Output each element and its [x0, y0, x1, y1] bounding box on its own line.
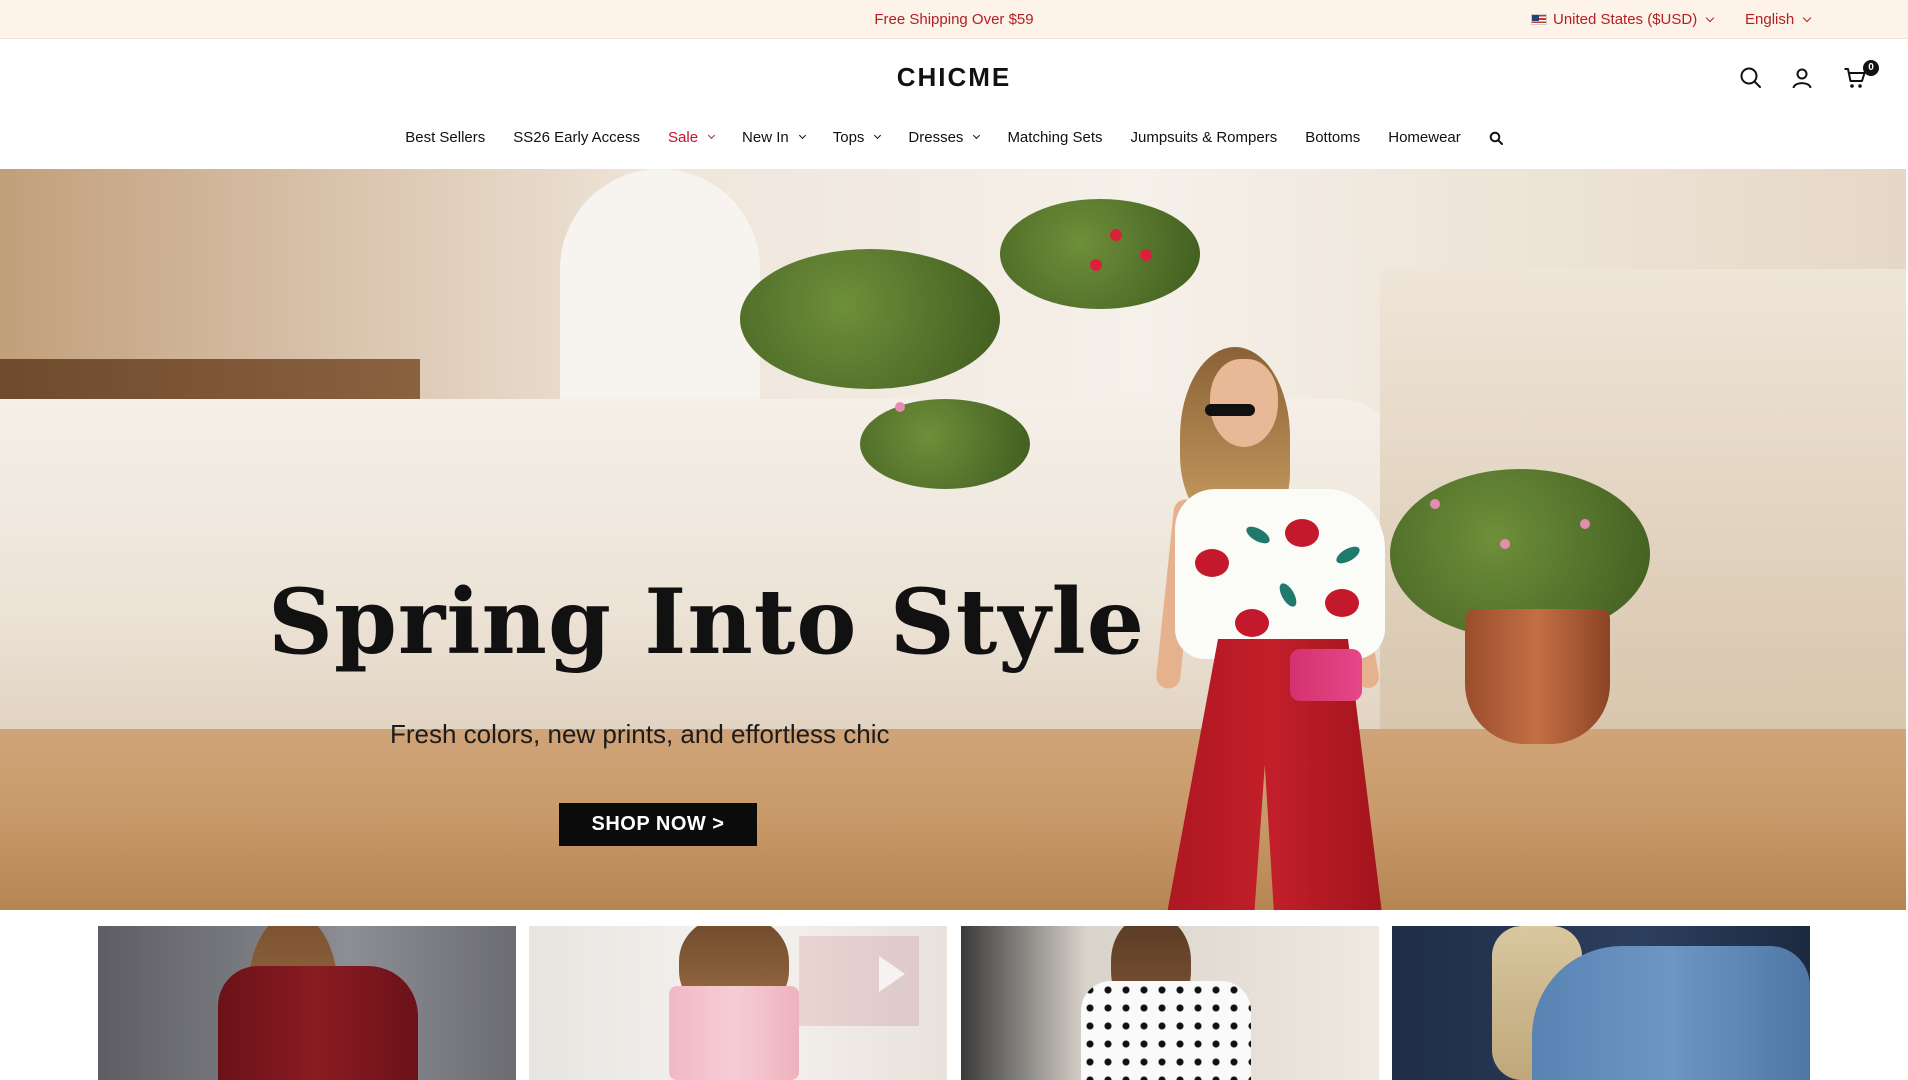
- hero-flower: [1110, 229, 1122, 241]
- chevron-down-icon: [874, 131, 882, 140]
- hero-model-bag: [1290, 649, 1362, 701]
- product-tile[interactable]: [961, 926, 1379, 1080]
- hero-flower: [895, 402, 905, 412]
- product-tiles: [98, 926, 1810, 1080]
- chevron-down-icon: [708, 131, 716, 140]
- hero-plant: [740, 249, 1000, 389]
- hero-subtitle: Fresh colors, new prints, and effortless…: [390, 719, 890, 749]
- nav-item-bottoms[interactable]: Bottoms: [1291, 129, 1374, 146]
- nav-label: Best Sellers: [405, 129, 486, 146]
- chevron-down-icon: [798, 131, 806, 140]
- hero-plant: [1000, 199, 1200, 309]
- nav-item-jumpsuits-rompers[interactable]: Jumpsuits & Rompers: [1116, 129, 1291, 146]
- nav-label: Sale: [668, 129, 699, 146]
- site-header: CHICME 0 Best Sellers SS26 Early Access …: [0, 40, 1908, 169]
- nav-item-new-in[interactable]: New In: [728, 129, 819, 146]
- nav-item-sale[interactable]: Sale: [654, 129, 728, 146]
- account-icon[interactable]: [1790, 66, 1814, 90]
- product-garment: [1532, 946, 1810, 1080]
- us-flag-icon: [1531, 14, 1547, 25]
- hero-ground: [0, 729, 1906, 910]
- chevron-down-icon: [1705, 13, 1715, 22]
- product-tile[interactable]: [529, 926, 947, 1080]
- hero-model-top: [1175, 489, 1385, 659]
- nav-label: Matching Sets: [1007, 129, 1103, 146]
- nav-item-best-sellers[interactable]: Best Sellers: [391, 129, 499, 146]
- hero-model-face: [1210, 359, 1278, 447]
- product-garment: [1081, 981, 1251, 1080]
- play-icon[interactable]: [879, 956, 905, 992]
- chevron-down-icon: [1802, 13, 1812, 22]
- hero-flower: [1580, 519, 1590, 529]
- nav-search-icon[interactable]: [1475, 131, 1517, 145]
- product-garment: [218, 966, 418, 1080]
- region-selector[interactable]: United States ($USD): [1531, 11, 1715, 28]
- announcement-bar: Free Shipping Over $59 United States ($U…: [0, 0, 1908, 39]
- cart-count-badge: 0: [1863, 60, 1879, 76]
- language-label: English: [1745, 11, 1795, 28]
- search-icon[interactable]: [1739, 66, 1763, 90]
- hero-flower: [1090, 259, 1102, 271]
- hero-flower: [1500, 539, 1510, 549]
- main-navigation: Best Sellers SS26 Early Access Sale New …: [0, 129, 1908, 146]
- nav-item-tops[interactable]: Tops: [819, 129, 895, 146]
- product-tile[interactable]: [98, 926, 516, 1080]
- nav-label: Tops: [832, 129, 865, 146]
- site-logo[interactable]: CHICME: [0, 62, 1908, 93]
- hero-plant: [860, 399, 1030, 489]
- hero-flower-pot: [1465, 609, 1610, 744]
- nav-label: New In: [742, 129, 789, 146]
- nav-label: Bottoms: [1305, 129, 1361, 146]
- hero-title: Spring Into Style: [268, 569, 1146, 675]
- nav-label: SS26 Early Access: [513, 129, 641, 146]
- nav-label: Dresses: [908, 129, 964, 146]
- nav-item-ss26-early-access[interactable]: SS26 Early Access: [499, 129, 654, 146]
- hero-flower: [1430, 499, 1440, 509]
- shop-now-button[interactable]: SHOP NOW >: [559, 803, 757, 846]
- nav-label: Jumpsuits & Rompers: [1130, 129, 1278, 146]
- nav-item-homewear[interactable]: Homewear: [1374, 129, 1475, 146]
- product-tile[interactable]: [1392, 926, 1810, 1080]
- nav-label: Homewear: [1388, 129, 1461, 146]
- chevron-down-icon: [973, 131, 981, 140]
- nav-item-matching-sets[interactable]: Matching Sets: [993, 129, 1116, 146]
- sunglasses-icon: [1205, 404, 1255, 416]
- language-selector[interactable]: English: [1745, 11, 1812, 28]
- hero-banner[interactable]: Spring Into Style Fresh colors, new prin…: [0, 169, 1906, 910]
- product-garment: [669, 986, 799, 1080]
- cart-button[interactable]: 0: [1843, 60, 1879, 90]
- region-label: United States ($USD): [1553, 11, 1698, 28]
- hero-flower: [1140, 249, 1152, 261]
- nav-item-dresses[interactable]: Dresses: [894, 129, 993, 146]
